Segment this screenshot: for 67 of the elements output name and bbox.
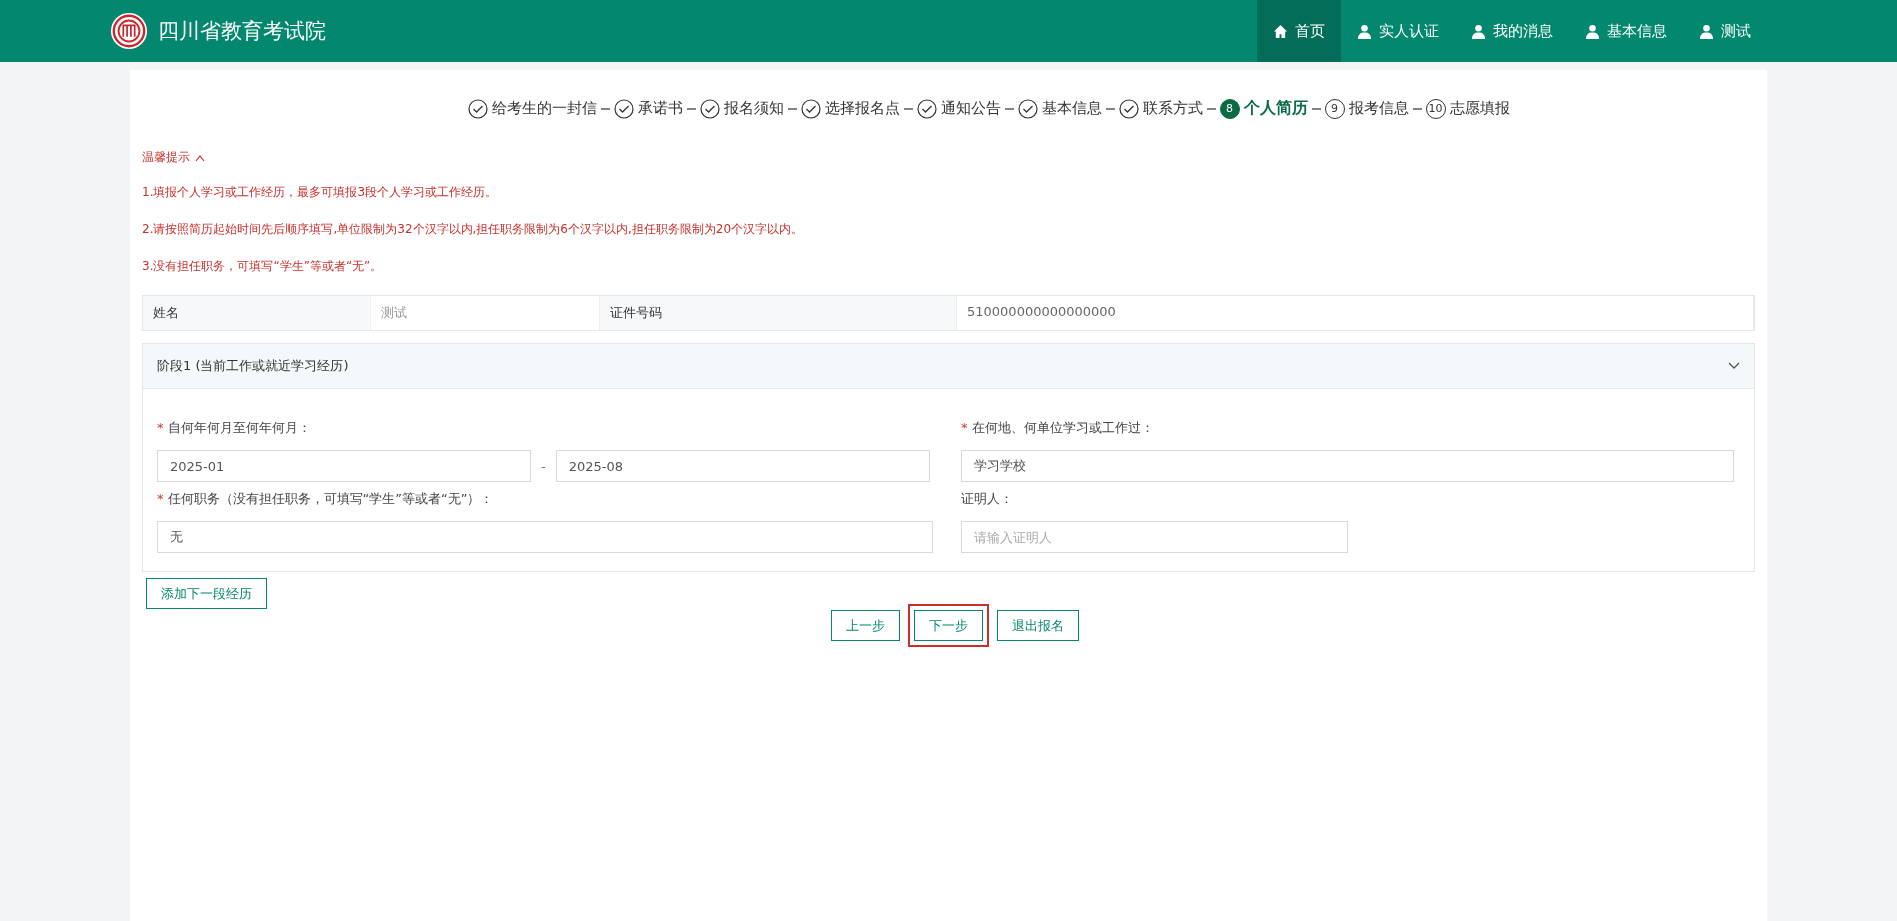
panel-header[interactable]: 阶段1 (当前工作或就近学习经历)	[143, 344, 1754, 389]
nav-item[interactable]: 实人认证	[1341, 0, 1455, 62]
witness-field[interactable]: 请输入证明人	[961, 521, 1348, 553]
step-button[interactable]: 退出报名	[996, 610, 1079, 641]
user-icon	[1699, 23, 1714, 39]
table-cell: 姓名	[143, 296, 371, 330]
collapse-icon[interactable]	[195, 153, 205, 162]
step-separator-icon	[1105, 107, 1115, 110]
table-cell: 510000000000000000	[957, 296, 1754, 330]
check-circle-icon	[467, 98, 488, 119]
check-circle-icon	[1017, 98, 1038, 119]
step-label: 联系方式	[1142, 99, 1203, 118]
step-separator-icon	[787, 107, 797, 110]
step-button[interactable]: 下一步	[913, 610, 983, 641]
step-label: 基本信息	[1041, 99, 1102, 118]
user-icon	[1471, 23, 1486, 39]
step-separator-icon	[600, 107, 610, 110]
nav-item[interactable]: 基本信息	[1569, 0, 1683, 62]
step-label: 通知公告	[940, 99, 1001, 118]
field-label: 自何年何月至何年何月：	[167, 420, 311, 435]
step-label: 报考信息	[1348, 99, 1409, 118]
nav-item[interactable]: 测试	[1683, 0, 1767, 62]
nav-item[interactable]: 我的消息	[1455, 0, 1569, 62]
field-label: 证明人：	[961, 491, 1013, 506]
logo-icon	[110, 12, 148, 50]
add-experience-button[interactable]: 添加下一段经历	[146, 578, 267, 609]
check-circle-icon	[699, 98, 720, 119]
step-label: 个人简历	[1243, 98, 1308, 119]
field-label: 任何职务（没有担任职务，可填写“学生”等或者“无”）：	[167, 491, 494, 506]
required-mark: *	[157, 491, 164, 506]
step-separator-icon	[1311, 107, 1321, 110]
check-circle-icon	[1118, 98, 1139, 119]
table-cell: 证件号码	[600, 296, 957, 330]
step-label: 报名须知	[723, 99, 784, 118]
step-label: 给考生的一封信	[491, 99, 597, 118]
required-mark: *	[961, 420, 968, 435]
site-title: 四川省教育考试院	[158, 18, 326, 45]
step-separator-icon	[686, 107, 696, 110]
nav-item[interactable]: 首页	[1257, 0, 1341, 62]
step-button[interactable]: 上一步	[830, 610, 900, 641]
end-date-field[interactable]: 2025-08	[555, 450, 930, 482]
start-date-field[interactable]: 2025-01	[157, 450, 531, 482]
unit-field[interactable]: 学习学校	[961, 450, 1734, 482]
field-label: 在何地、何单位学习或工作过：	[971, 420, 1154, 435]
tip-text: 2.请按照简历起始时间先后顺序填写,单位限制为32个汉字以内,担任职务限制为6个汉字以内,担任职务限制为20个汉字以内。	[142, 221, 805, 238]
check-circle-icon	[916, 98, 937, 119]
range-separator: -	[541, 458, 546, 474]
step-separator-icon	[1004, 107, 1014, 110]
check-circle-icon	[800, 98, 821, 119]
required-mark: *	[157, 420, 164, 435]
chevron-icon[interactable]	[1728, 362, 1740, 370]
step-label: 志愿填报	[1449, 99, 1510, 118]
step-label: 选择报名点	[824, 99, 900, 118]
step-number: 8	[1219, 98, 1240, 119]
home-icon	[1273, 23, 1288, 39]
user-icon	[1585, 23, 1600, 39]
check-circle-icon	[613, 98, 634, 119]
panel-title: 阶段1 (当前工作或就近学习经历)	[157, 357, 349, 375]
step-label: 承诺书	[637, 99, 683, 118]
step-separator-icon	[903, 107, 913, 110]
tip-text: 1.填报个人学习或工作经历，最多可填报3段个人学习或工作经历。	[142, 184, 499, 201]
position-field[interactable]: 无	[157, 521, 933, 553]
tips-title: 温馨提示	[142, 149, 190, 166]
tip-text: 3.没有担任职务，可填写“学生”等或者“无”。	[142, 258, 384, 275]
step-separator-icon	[1206, 107, 1216, 110]
user-icon	[1357, 23, 1372, 39]
step-separator-icon	[1412, 107, 1422, 110]
